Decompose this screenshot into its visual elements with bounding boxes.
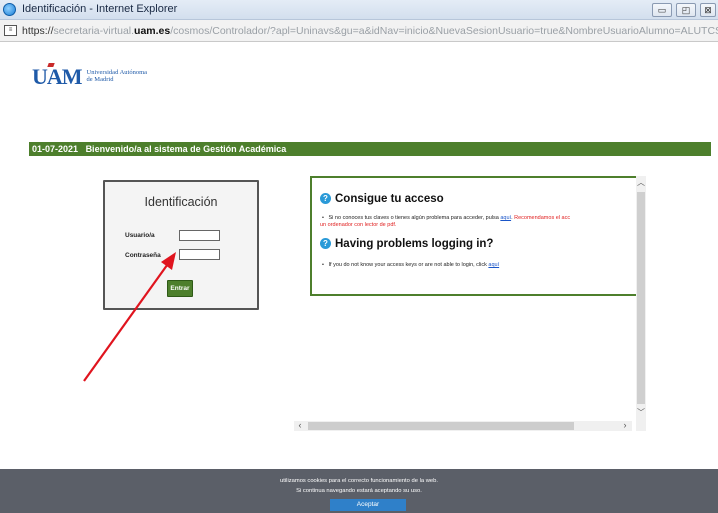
accept-cookies-button[interactable]: Aceptar [330, 499, 406, 511]
minimize-button[interactable]: ▭ [652, 3, 672, 17]
scroll-left-icon[interactable]: ‹ [295, 421, 305, 431]
url-domain-prefix: secretaria-virtual. [53, 25, 135, 37]
close-button[interactable]: ⊠ [700, 3, 716, 17]
help-panel: ? Consigue tu acceso • Si no conoces tus … [310, 176, 637, 296]
help-text-en: • If you do not know your access keys or… [322, 262, 500, 268]
url-protocol: https:// [22, 25, 54, 37]
login-box: Identificación Usuario/a Contraseña Entr… [103, 180, 259, 310]
scroll-down-icon[interactable]: ﹀ [636, 408, 646, 418]
scroll-up-icon[interactable]: ︿ [636, 178, 646, 188]
help-heading-en-text: Having problems logging in? [335, 238, 494, 250]
cookie-line2: Si continua navegando estará aceptando s… [296, 488, 422, 494]
uam-logo[interactable]: UAM Universidad Autónoma de Madrid [32, 63, 147, 89]
logo-line2: de Madrid [86, 76, 114, 83]
url-path: /cosmos/Controlador/?apl=Uninavs&gu=a&id… [170, 25, 718, 37]
window-title: Identificación - Internet Explorer [22, 3, 178, 15]
help-heading-en: ? Having problems logging in? [320, 238, 493, 250]
banner-date: 01-07-2021 [32, 144, 79, 154]
logo-letters: UAM [32, 64, 83, 89]
question-circle-icon: ? [320, 238, 331, 250]
page-icon: ≡ [4, 25, 17, 36]
horizontal-scrollbar[interactable]: ‹ › [294, 421, 632, 431]
help-link-en[interactable]: aquí [488, 262, 499, 268]
logo-line1: Universidad Autónoma [86, 69, 148, 76]
horizontal-scroll-thumb[interactable] [308, 422, 574, 430]
help-text-en-body: If you do not know your access keys or a… [328, 262, 487, 268]
password-label: Contraseña [125, 252, 161, 259]
help-text-es: • Si no conoces tus claves o tienes algú… [322, 215, 571, 221]
help-text-es-body: Si no conoces tus claves o tienes algún … [328, 215, 499, 221]
user-label: Usuario/a [125, 232, 155, 239]
ie-logo-icon [3, 3, 16, 16]
help-heading-es-text: Consigue tu acceso [335, 193, 444, 205]
logo-text: Universidad Autónoma de Madrid [87, 69, 147, 83]
cookie-bar: utilizamos cookies para el correcto func… [0, 469, 718, 513]
scroll-right-icon[interactable]: › [620, 421, 630, 431]
vertical-scrollbar[interactable]: ︿ ﹀ [636, 176, 646, 431]
welcome-banner: 01-07-2021 Bienvenido/a al sistema de Ge… [29, 142, 711, 156]
url-text[interactable]: https://secretaria-virtual.uam.es/cosmos… [22, 25, 718, 37]
help-heading-es: ? Consigue tu acceso [320, 193, 444, 205]
user-input[interactable] [179, 230, 220, 241]
cookie-line1: utilizamos cookies para el correcto func… [280, 478, 438, 484]
title-bar: Identificación - Internet Explorer ▭ ◰ ⊠ [0, 0, 718, 20]
help-recommend-line2: un ordenador con lector de pdf. [320, 222, 397, 228]
address-bar[interactable]: ≡ https://secretaria-virtual.uam.es/cosm… [0, 20, 718, 42]
vertical-scroll-thumb[interactable] [637, 192, 645, 404]
help-recommend: Recomendamos el acc [514, 215, 571, 221]
help-link-es[interactable]: aquí [500, 215, 511, 221]
browser-window: Identificación - Internet Explorer ▭ ◰ ⊠… [0, 0, 718, 513]
login-heading: Identificación [144, 195, 218, 209]
enter-button[interactable]: Entrar [167, 280, 193, 297]
url-domain: uam.es [134, 25, 171, 37]
question-circle-icon: ? [320, 193, 331, 205]
maximize-button[interactable]: ◰ [676, 3, 696, 17]
banner-welcome: Bienvenido/a al sistema de Gestión Acadé… [85, 144, 287, 154]
logo-mark: UAM [32, 63, 83, 89]
password-input[interactable] [179, 249, 220, 260]
